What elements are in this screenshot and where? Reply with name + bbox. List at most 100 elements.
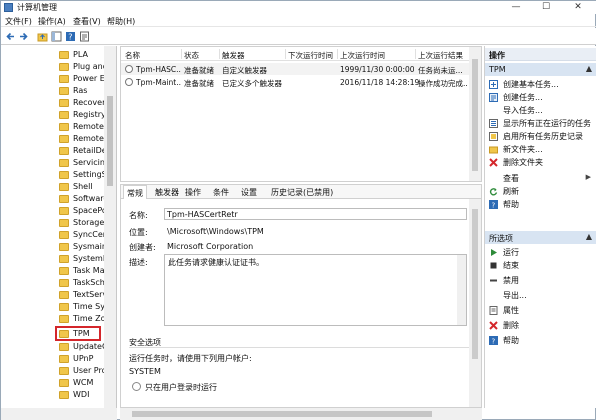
action-run[interactable]: 运行 xyxy=(485,246,596,258)
import-icon xyxy=(489,106,498,115)
action-help[interactable]: ? 帮助 xyxy=(485,198,596,210)
action-create-task[interactable]: 创建任务... xyxy=(485,91,596,103)
tree-scroll-thumb[interactable] xyxy=(107,96,113,186)
action-delete-folder[interactable]: 删除文件夹 xyxy=(485,156,596,168)
column-next-run[interactable]: 下次运行时间 xyxy=(288,50,333,61)
menu-help[interactable]: 帮助(H) xyxy=(107,16,135,27)
chevron-up-icon: ▲ xyxy=(585,232,592,241)
folder-icon xyxy=(59,183,69,191)
folder-icon xyxy=(59,207,69,215)
folder-icon xyxy=(59,63,69,71)
action-delete[interactable]: 删除 xyxy=(485,319,596,331)
forward-icon[interactable] xyxy=(18,31,29,42)
folder-icon xyxy=(59,147,69,155)
detail-scroll-thumb[interactable] xyxy=(472,209,478,359)
maximize-button[interactable]: ☐ xyxy=(531,1,561,14)
action-show-running-tasks[interactable]: 显示所有正在运行的任务 xyxy=(485,117,596,129)
action-refresh[interactable]: 刷新 xyxy=(485,185,596,197)
menu-view[interactable]: 查看(V) xyxy=(73,16,101,27)
chevron-up-icon: ▲ xyxy=(585,64,592,73)
tab-settings[interactable]: 设置 xyxy=(241,187,257,198)
close-button[interactable]: ✕ xyxy=(563,1,593,14)
folder-icon xyxy=(59,267,69,275)
tab-actions[interactable]: 操作 xyxy=(185,187,201,198)
export-icon xyxy=(489,291,498,300)
column-name[interactable]: 名称 xyxy=(125,50,140,61)
menu-action[interactable]: 操作(A) xyxy=(38,16,66,27)
back-icon[interactable] xyxy=(5,31,16,42)
action-help-selected[interactable]: ? 帮助 xyxy=(485,334,596,346)
properties-icon xyxy=(489,306,498,315)
minimize-button[interactable]: — xyxy=(501,1,531,14)
up-folder-icon[interactable] xyxy=(37,31,48,42)
center-horizontal-scrollbar[interactable] xyxy=(120,408,482,420)
column-trigger[interactable]: 触发器 xyxy=(222,50,245,61)
radio-logged-on-label: 只在用户登录时运行 xyxy=(145,383,217,392)
toolbar: ? xyxy=(1,28,596,45)
folder-icon xyxy=(59,355,69,363)
column-separator xyxy=(415,49,416,59)
detail-tabs: 常规 触发器 操作 条件 设置 历史记录(已禁用) xyxy=(121,185,481,199)
properties-icon[interactable] xyxy=(79,31,90,42)
tab-general[interactable]: 常规 xyxy=(123,185,147,199)
title-bar: 计算机管理 — ☐ ✕ xyxy=(1,1,596,14)
action-properties[interactable]: 属性 xyxy=(485,304,596,316)
stop-icon xyxy=(490,262,497,269)
name-field[interactable]: Tpm-HASCertRetr xyxy=(164,208,467,220)
folder-icon xyxy=(59,291,69,299)
create-task-icon xyxy=(489,93,498,102)
description-box[interactable]: 此任务请求健康认证证书。 xyxy=(164,254,467,326)
window-title: 计算机管理 xyxy=(17,3,57,12)
task-row[interactable]: Tpm-Maint... 准备就绪 已定义多个触发器 2016/11/18 14… xyxy=(121,76,481,88)
folder-icon xyxy=(59,111,69,119)
tree-bottom-bar xyxy=(1,408,117,420)
action-view[interactable]: 查看 ▶ xyxy=(485,172,596,184)
column-last-run[interactable]: 上次运行时间 xyxy=(340,50,385,61)
author-label: 创建者: xyxy=(129,243,156,252)
help-icon[interactable]: ? xyxy=(65,31,76,42)
folder-icon xyxy=(59,123,69,131)
help-icon: ? xyxy=(489,336,498,345)
tree-scrollbar[interactable] xyxy=(104,46,116,408)
tab-history[interactable]: 历史记录(已禁用) xyxy=(271,187,333,198)
description-label: 描述: xyxy=(129,258,148,267)
detail-scrollbar[interactable] xyxy=(469,199,481,407)
actions-section-selected[interactable]: 所选项 ▲ xyxy=(485,231,596,244)
task-list-scrollbar[interactable] xyxy=(469,47,481,181)
task-row[interactable]: Tpm-HASC... 准备就绪 自定义触发器 1999/11/30 0:00:… xyxy=(121,63,481,75)
run-icon xyxy=(491,249,497,256)
folder-icon xyxy=(59,75,69,83)
action-import-task[interactable]: 导入任务... xyxy=(485,104,596,116)
show-hide-tree-icon[interactable] xyxy=(51,31,62,42)
location-value: \Microsoft\Windows\TPM xyxy=(167,227,264,236)
column-status[interactable]: 状态 xyxy=(184,50,199,61)
tab-triggers[interactable]: 触发器 xyxy=(155,187,179,198)
tpm-highlight-box xyxy=(55,326,101,341)
menu-file[interactable]: 文件(F) xyxy=(5,16,32,27)
action-export[interactable]: 导出... xyxy=(485,289,596,301)
folder-icon xyxy=(59,243,69,251)
folder-icon xyxy=(59,135,69,143)
actions-section-tpm[interactable]: TPM ▲ xyxy=(485,63,596,76)
folder-icon xyxy=(59,255,69,263)
action-end[interactable]: 结束 xyxy=(485,259,596,271)
run-as-text: 运行任务时，请使用下列用户帐户: xyxy=(129,354,252,363)
folder-icon xyxy=(59,51,69,59)
horizontal-scroll-thumb[interactable] xyxy=(132,411,432,417)
folder-icon xyxy=(59,303,69,311)
action-new-folder[interactable]: 新文件夹... xyxy=(485,143,596,155)
name-label: 名称: xyxy=(129,211,148,220)
action-enable-history[interactable]: 启用所有任务历史记录 xyxy=(485,130,596,142)
radio-logged-on-only[interactable] xyxy=(132,382,141,391)
folder-icon xyxy=(59,195,69,203)
tab-conditions[interactable]: 条件 xyxy=(213,187,229,198)
action-disable[interactable]: 禁用 xyxy=(485,274,596,286)
center-pane: 名称 状态 触发器 下次运行时间 上次运行时间 上次运行结果 Tpm-HASC.… xyxy=(120,46,482,408)
task-list-scroll-thumb[interactable] xyxy=(472,59,478,171)
column-last-result[interactable]: 上次运行结果 xyxy=(418,50,463,61)
description-scrollbar[interactable] xyxy=(457,255,466,325)
action-create-basic-task[interactable]: 创建基本任务... xyxy=(485,78,596,90)
actions-header: 操作 xyxy=(485,48,596,61)
view-icon xyxy=(489,174,498,183)
computer-management-icon xyxy=(4,3,13,12)
